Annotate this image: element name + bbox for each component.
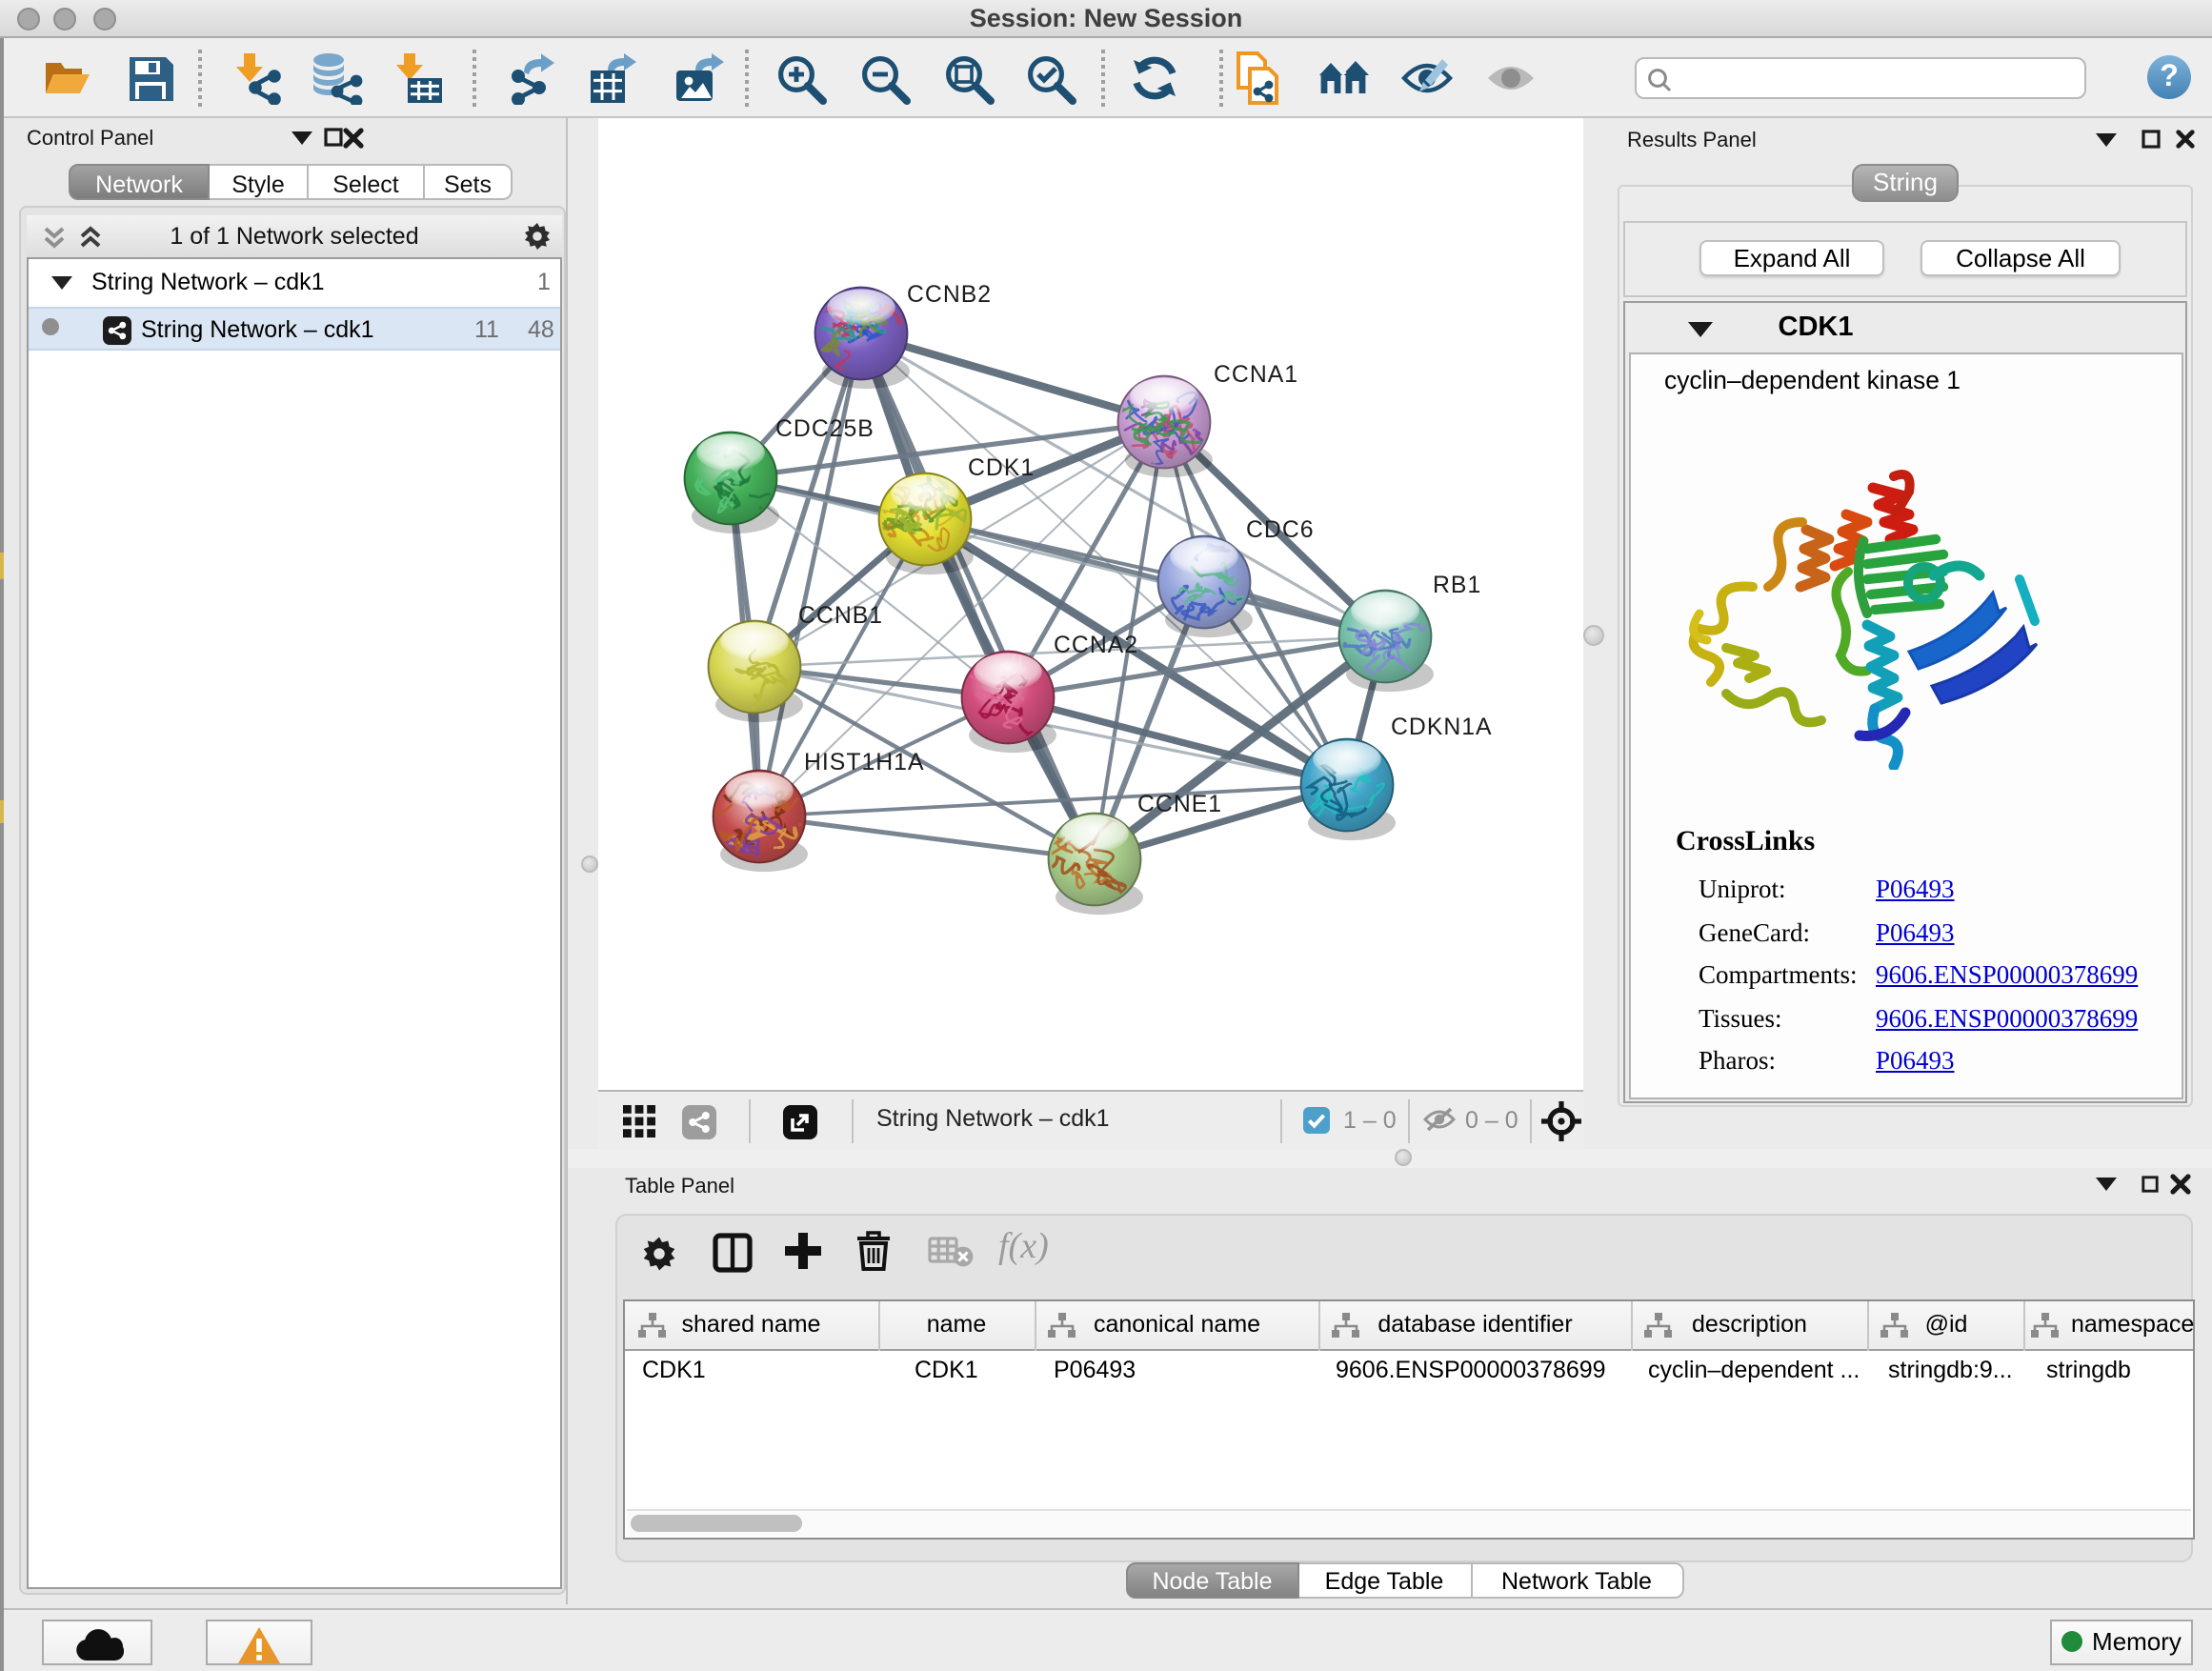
svg-text:CCNB1: CCNB1 <box>798 603 883 629</box>
svg-text:CDC6: CDC6 <box>1246 517 1315 543</box>
svg-text:CDKN1A: CDKN1A <box>1391 715 1493 740</box>
svg-text:CCNA2: CCNA2 <box>1054 633 1138 658</box>
svg-text:HIST1H1A: HIST1H1A <box>804 750 925 775</box>
svg-text:CDK1: CDK1 <box>968 455 1035 481</box>
svg-text:CDC25B: CDC25B <box>775 416 875 442</box>
svg-text:RB1: RB1 <box>1433 573 1481 598</box>
svg-text:CCNE1: CCNE1 <box>1137 792 1222 817</box>
svg-text:CCNB2: CCNB2 <box>907 282 992 308</box>
svg-text:CCNA1: CCNA1 <box>1214 362 1298 388</box>
